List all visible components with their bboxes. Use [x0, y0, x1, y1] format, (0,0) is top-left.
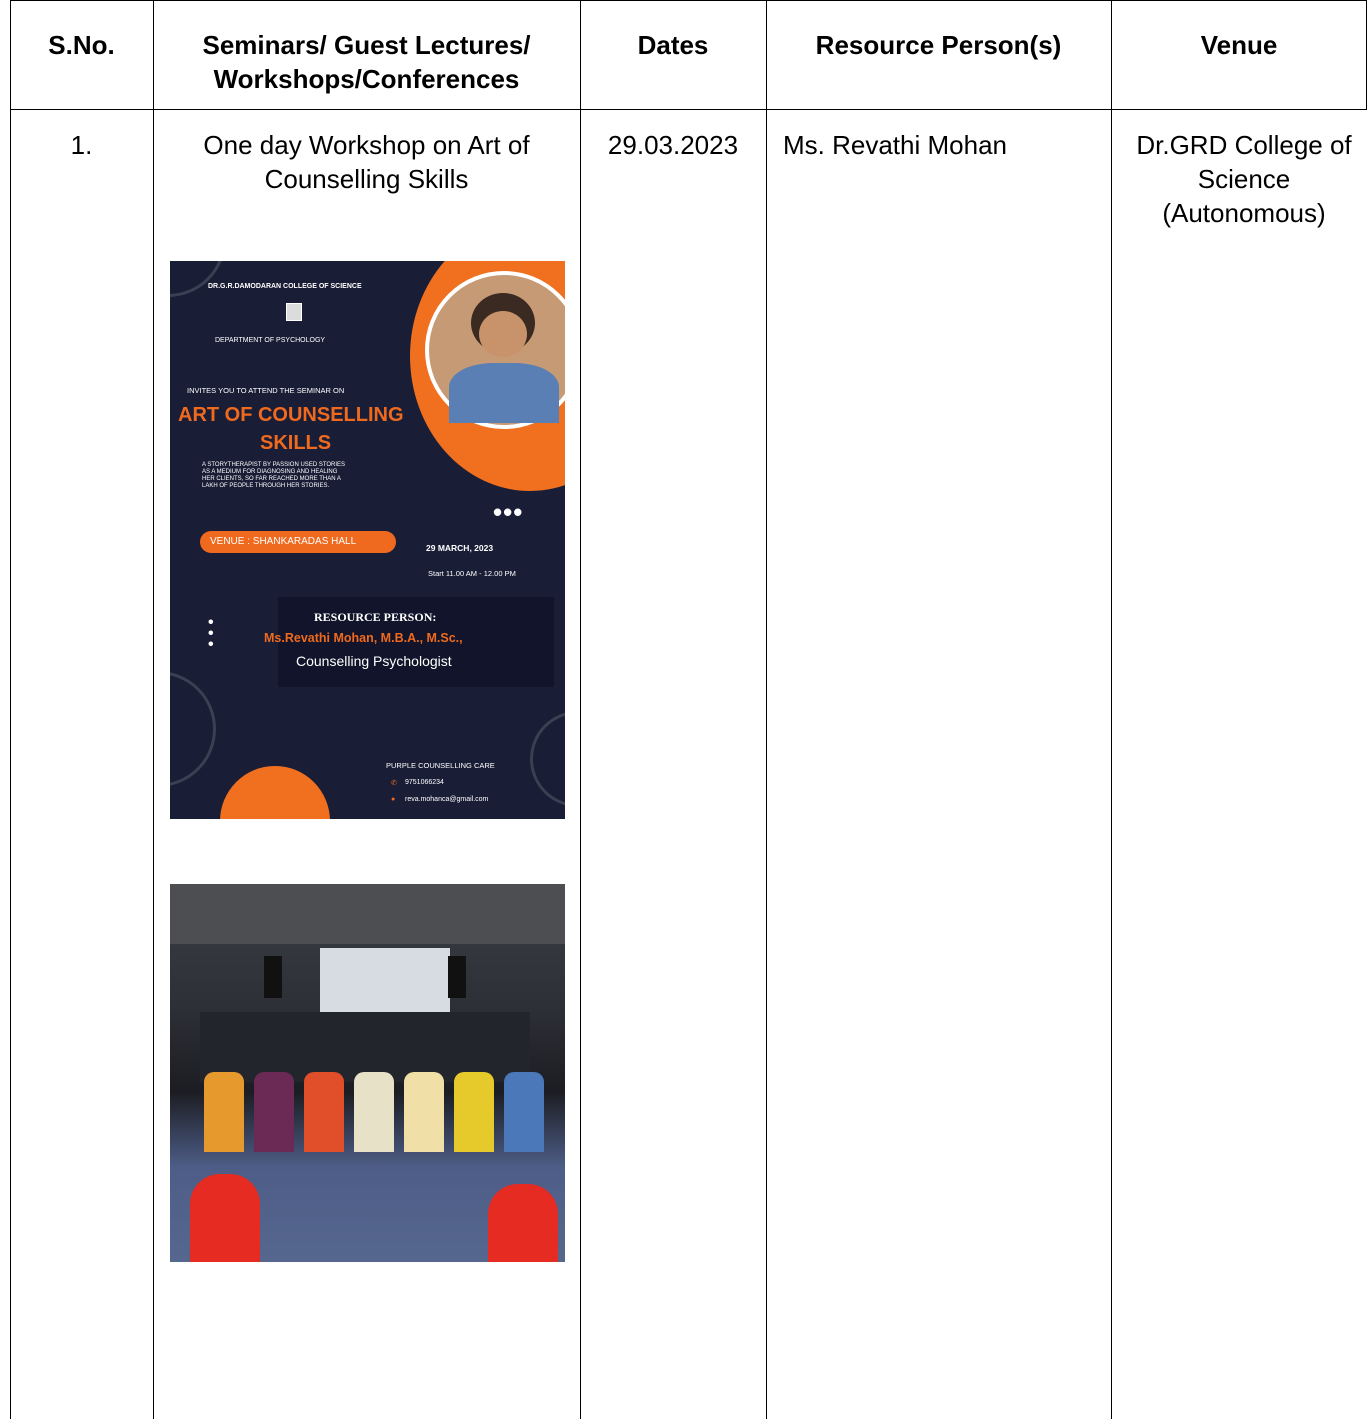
seminar-poster: DR.G.R.DAMODARAN COLLEGE OF SCIENCE DEPA… [170, 261, 565, 819]
header-event: Seminars/ Guest Lectures/ Workshops/Conf… [202, 30, 531, 94]
row-venue: Dr.GRD College of Science (Autonomous) [1136, 130, 1352, 228]
header-divider [10, 109, 1367, 110]
header-dates: Dates [637, 30, 709, 60]
seated-person [454, 1072, 494, 1152]
row-event: One day Workshop on Art of Counselling S… [203, 130, 530, 194]
speaker-box [264, 956, 282, 998]
seated-person [254, 1072, 294, 1152]
seated-person [404, 1072, 444, 1152]
header-venue: Venue [1200, 30, 1278, 60]
seated-person [304, 1072, 344, 1152]
group-photo [170, 884, 565, 1262]
table-divider [153, 0, 154, 1419]
poster-invite: INVITES YOU TO ATTEND THE SEMINAR ON [187, 386, 345, 395]
row-resource: Ms. Revathi Mohan [783, 130, 1007, 160]
decor-orange-circle [220, 766, 330, 819]
seated-person [354, 1072, 394, 1152]
poster-resource-name: Ms.Revathi Mohan, M.B.A., M.Sc., [264, 631, 463, 645]
poster-title-line2: SKILLS [260, 432, 332, 454]
poster-org: PURPLE COUNSELLING CARE [386, 761, 495, 770]
seated-person [204, 1072, 244, 1152]
decor-ring [170, 671, 216, 787]
poster-venue-pill: VENUE : SHANKARADAS HALL [200, 531, 396, 553]
table-divider [1111, 0, 1112, 1419]
poster-blurb: A STORYTHERAPIST BY PASSION USED STORIES… [202, 462, 346, 489]
poster-college: DR.G.R.DAMODARAN COLLEGE OF SCIENCE [208, 283, 362, 290]
poster-phone: 9751066234 [405, 779, 444, 786]
red-chair [488, 1184, 558, 1262]
email-icon: ● [391, 796, 396, 803]
poster-date: 29 MARCH, 2023 [426, 543, 494, 553]
row-sno: 1. [70, 130, 93, 160]
table-divider [766, 0, 767, 1419]
ceiling [170, 884, 565, 944]
poster-title-line1: ART OF COUNSELLING [178, 404, 404, 426]
poster-email: reva.mohanca@gmail.com [405, 796, 489, 803]
red-chair [190, 1174, 260, 1262]
header-resource: Resource Person(s) [815, 30, 1062, 60]
poster-time: Start 11.00 AM - 12.00 PM [428, 569, 516, 578]
speaker-box [448, 956, 466, 998]
header-sno: S.No. [48, 30, 115, 60]
phone-icon: ✆ [391, 780, 397, 787]
seated-person [504, 1072, 544, 1152]
vertical-dots-icon: • • • [208, 614, 215, 653]
table-border-top [10, 0, 1367, 1]
row-date: 29.03.2023 [607, 130, 739, 160]
decor-ring [170, 261, 226, 297]
decor-ring [530, 711, 565, 807]
poster-resource-label: RESOURCE PERSON: [314, 610, 437, 624]
poster-resource-role: Counselling Psychologist [296, 653, 452, 669]
table-divider [580, 0, 581, 1419]
poster-department: DEPARTMENT OF PSYCHOLOGY [215, 337, 326, 344]
college-logo-icon [286, 303, 302, 321]
poster-venue: VENUE : SHANKARADAS HALL [210, 536, 357, 547]
table-border-left [10, 0, 11, 1419]
dots-icon: ••• [493, 497, 524, 527]
